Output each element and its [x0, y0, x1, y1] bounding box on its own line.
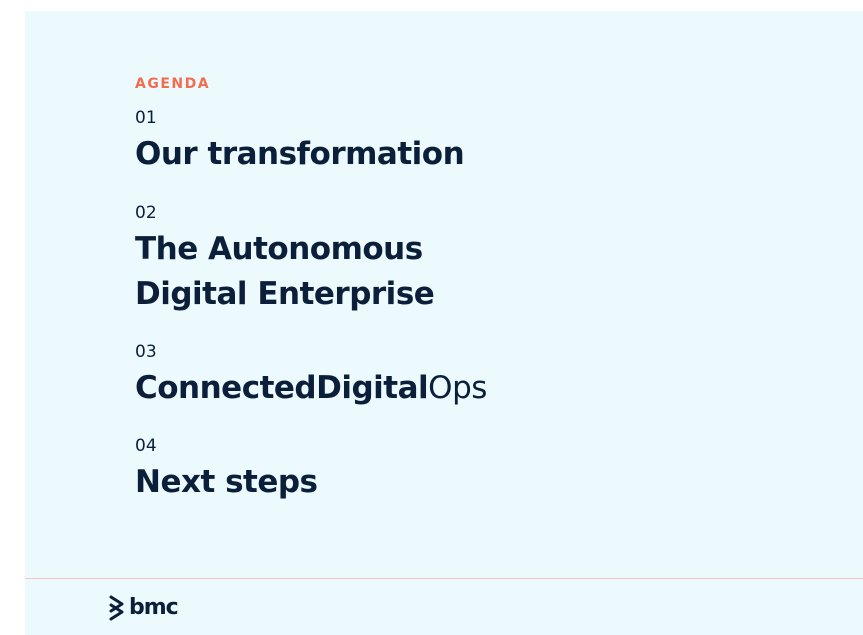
agenda-item-title-line: Next steps: [135, 464, 318, 500]
agenda-item-title: ConnectedDigitalOps: [135, 366, 487, 411]
agenda-item-number: 04: [135, 436, 157, 456]
agenda-item-title: Next steps: [135, 460, 318, 505]
agenda-item-4: 04 Next steps: [135, 436, 318, 505]
slide: AGENDA 01 Our transformation 02 The Auto…: [25, 11, 863, 635]
agenda-item-title-line: Digital Enterprise: [135, 276, 435, 312]
agenda-item-2: 02 The Autonomous Digital Enterprise: [135, 203, 435, 317]
agenda-item-title-line: The Autonomous: [135, 231, 423, 267]
bmc-logo: bmc: [107, 594, 179, 622]
agenda-item-title: Our transformation: [135, 132, 465, 177]
agenda-item-number: 03: [135, 342, 157, 362]
bmc-chevron-icon: [109, 595, 124, 621]
agenda-item-1: 01 Our transformation: [135, 108, 465, 177]
agenda-item-title-bold: ConnectedDigital: [135, 370, 429, 406]
agenda-item-number: 01: [135, 108, 157, 128]
agenda-item-3: 03 ConnectedDigitalOps: [135, 342, 487, 411]
agenda-item-title: The Autonomous Digital Enterprise: [135, 227, 435, 317]
agenda-label: AGENDA: [135, 76, 211, 92]
logo-text: bmc: [129, 595, 179, 620]
agenda-item-title-line: Our transformation: [135, 136, 465, 172]
agenda-item-title-light: Ops: [428, 370, 487, 406]
agenda-item-number: 02: [135, 203, 157, 223]
footer-divider: [25, 578, 863, 579]
